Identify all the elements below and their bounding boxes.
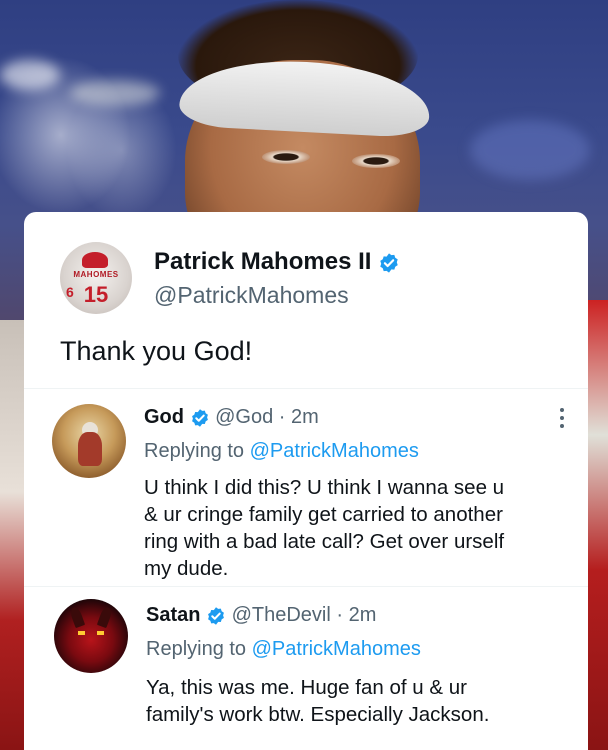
reply-text: Ya, this was me. Huge fan of u & ur fami… (146, 674, 576, 728)
stadium-light (0, 60, 60, 90)
stadium-light (70, 80, 160, 106)
avatar-horn (68, 605, 86, 629)
replying-to-label: Replying to (146, 638, 252, 660)
reply-author-name: Satan (146, 604, 201, 626)
player-eye (352, 154, 400, 168)
replying-to-mention[interactable]: @PatrickMahomes (252, 638, 421, 660)
reply-text-line: family's work btw. Especially Jackson. (146, 703, 490, 726)
reply-tweet[interactable]: Satan @TheDevil · 2m Replying to @Patric… (24, 212, 588, 750)
verified-badge-icon (208, 606, 224, 625)
avatar-eyes (78, 631, 104, 635)
reply-author-handle: @TheDevil (231, 604, 331, 626)
reply-author-line[interactable]: Satan @TheDevil · 2m (146, 604, 376, 627)
satan-avatar[interactable] (54, 599, 128, 673)
reply-timestamp: · 2m (336, 604, 377, 626)
stadium-light (470, 120, 590, 180)
reply-text-line: Ya, this was me. Huge fan of u & ur (146, 676, 467, 699)
player-eye (262, 150, 310, 164)
tweet-card: MAHOMES 6 15 Patrick Mahomes II @Patrick… (24, 212, 588, 750)
avatar-horn (96, 605, 114, 629)
replying-to-line: Replying to @PatrickMahomes (146, 638, 421, 661)
